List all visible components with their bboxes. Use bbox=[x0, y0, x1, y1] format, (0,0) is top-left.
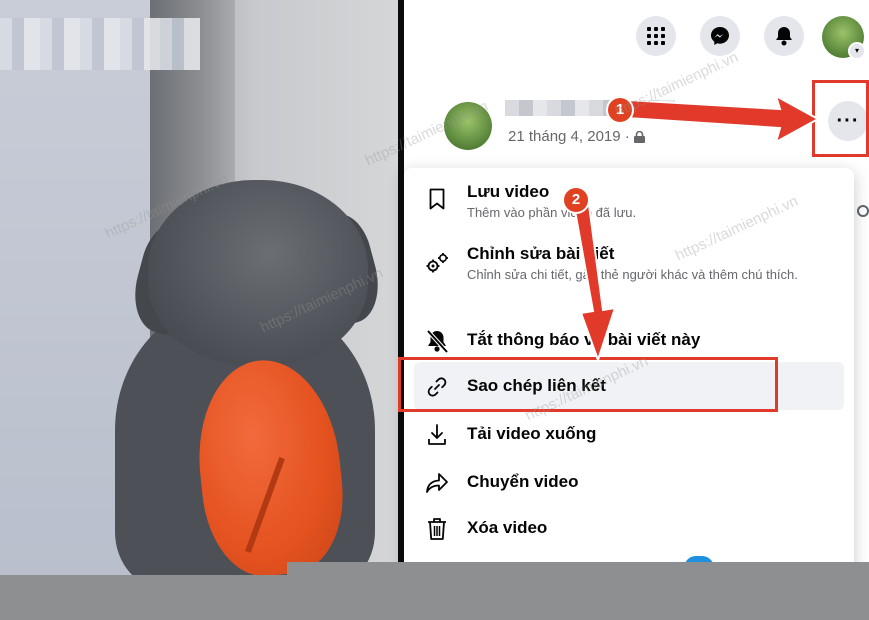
bottom-overlay-bar-top bbox=[287, 562, 869, 575]
step-badge-2: 2 bbox=[562, 186, 590, 214]
annotation-arrows bbox=[572, 93, 821, 364]
arrow-to-copy-link bbox=[572, 204, 617, 364]
bottom-overlay-bar bbox=[0, 575, 869, 620]
